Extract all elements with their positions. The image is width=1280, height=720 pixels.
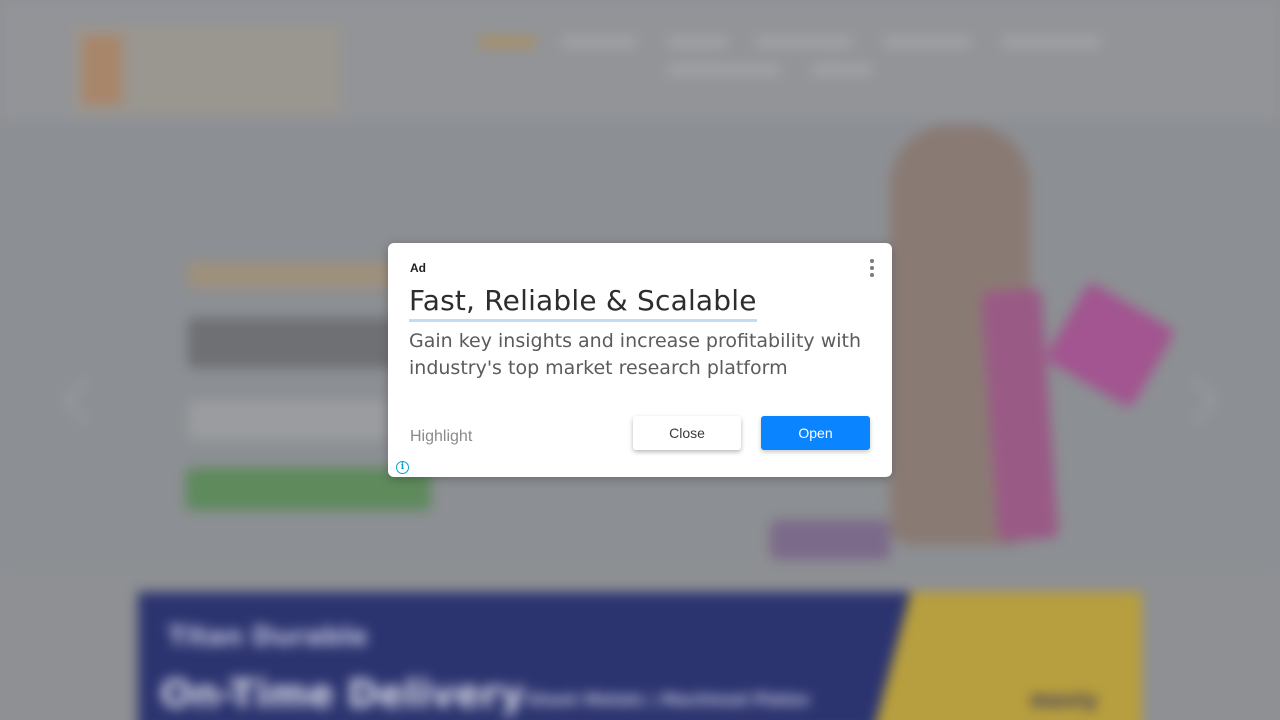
nav-item (812, 64, 872, 76)
ad-label: Ad (410, 261, 426, 275)
hero-image-bag (770, 520, 890, 560)
close-button[interactable]: Close (633, 416, 741, 450)
open-button[interactable]: Open (761, 416, 870, 450)
banner-brand: moviy (1030, 688, 1098, 712)
ad-highlight: Highlight (410, 428, 473, 445)
nav-item (562, 36, 636, 48)
more-vert-icon[interactable] (866, 257, 878, 279)
logo-mark (82, 35, 122, 105)
nav-item (756, 36, 852, 48)
menu-dot (870, 259, 874, 263)
nav-item (668, 36, 728, 48)
page: Titan Durable On-Time Delivery Sheet Met… (0, 0, 1280, 720)
menu-dot (870, 273, 874, 277)
hero-text (188, 400, 388, 440)
banner-headline: On-Time Delivery (160, 672, 525, 716)
site-header (0, 0, 1280, 120)
hero-tag (188, 262, 398, 288)
banner-top-text: Titan Durable (168, 622, 368, 652)
ad-headline[interactable]: Fast, Reliable & Scalable (409, 283, 757, 322)
promo-banner: Titan Durable On-Time Delivery Sheet Met… (138, 592, 1142, 720)
site-logo (72, 25, 342, 115)
ad-description: Gain key insights and increase profitabi… (409, 330, 862, 379)
nav-item (668, 64, 780, 76)
menu-dot (870, 266, 874, 270)
hero-title (188, 318, 393, 368)
ad-dialog: Ad Fast, Reliable & Scalable Gain key in… (388, 243, 892, 477)
nav-item (1002, 36, 1100, 48)
nav-item (884, 36, 970, 48)
nav-item (478, 36, 536, 48)
banner-subline: Sheet Metals | Machined Plates (526, 690, 810, 709)
info-icon[interactable]: i (396, 461, 409, 474)
